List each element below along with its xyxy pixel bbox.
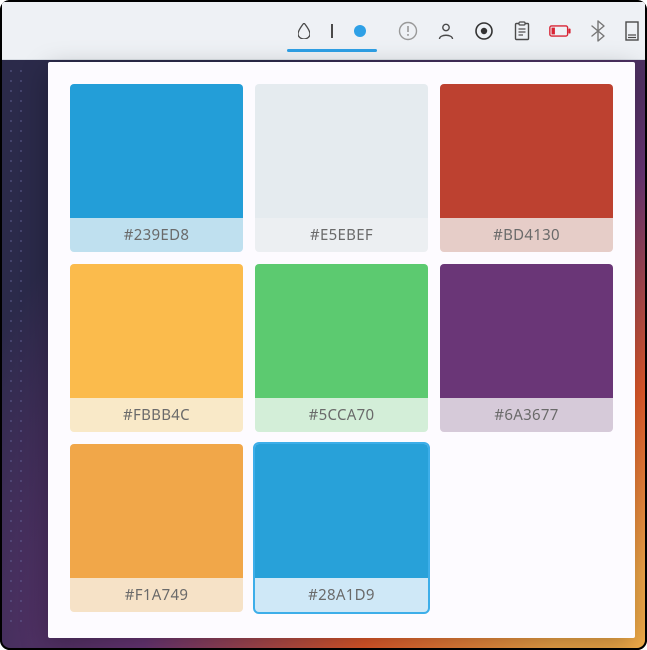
drive-icon[interactable] — [625, 20, 639, 42]
wallpaper-dots — [2, 62, 30, 622]
color-swatch[interactable]: #FBBB4C — [70, 264, 243, 432]
color-grid: #239ED8 #E5EBEF #BD4130 #FBBB4C #5CCA70 #6A36… — [70, 84, 613, 612]
color-swatch[interactable]: #28A1D9 — [255, 444, 428, 612]
color-chip — [255, 444, 428, 578]
clipboard-icon[interactable] — [511, 20, 533, 42]
color-hex-label: #5CCA70 — [255, 398, 428, 432]
system-tray — [397, 20, 639, 42]
droplet-icon[interactable] — [297, 24, 311, 38]
color-chip — [70, 444, 243, 578]
color-hex-label: #FBBB4C — [70, 398, 243, 432]
color-chip — [70, 84, 243, 218]
color-picker-tray-tabs — [293, 24, 371, 38]
color-swatch[interactable]: #BD4130 — [440, 84, 613, 252]
pipe-icon[interactable] — [325, 24, 339, 38]
color-swatch[interactable]: #6A3677 — [440, 264, 613, 432]
top-panel — [2, 2, 645, 60]
active-tab-indicator — [287, 49, 377, 52]
user-icon[interactable] — [435, 20, 457, 42]
color-hex-label: #6A3677 — [440, 398, 613, 432]
color-swatch[interactable]: #239ED8 — [70, 84, 243, 252]
color-hex-label: #E5EBEF — [255, 218, 428, 252]
color-chip — [255, 264, 428, 398]
color-history-popup: #239ED8 #E5EBEF #BD4130 #FBBB4C #5CCA70 #6A36… — [48, 62, 635, 638]
target-icon[interactable] — [473, 20, 495, 42]
color-hex-label: #239ED8 — [70, 218, 243, 252]
bluetooth-icon[interactable] — [587, 20, 609, 42]
dot-icon[interactable] — [353, 24, 367, 38]
battery-low-icon[interactable] — [549, 20, 571, 42]
color-swatch[interactable]: #F1A749 — [70, 444, 243, 612]
color-hex-label: #28A1D9 — [255, 578, 428, 612]
color-chip — [440, 264, 613, 398]
alert-icon[interactable] — [397, 20, 419, 42]
color-chip — [440, 84, 613, 218]
color-swatch[interactable]: #E5EBEF — [255, 84, 428, 252]
color-chip — [255, 84, 428, 218]
color-hex-label: #F1A749 — [70, 578, 243, 612]
color-chip — [70, 264, 243, 398]
color-swatch[interactable]: #5CCA70 — [255, 264, 428, 432]
color-hex-label: #BD4130 — [440, 218, 613, 252]
